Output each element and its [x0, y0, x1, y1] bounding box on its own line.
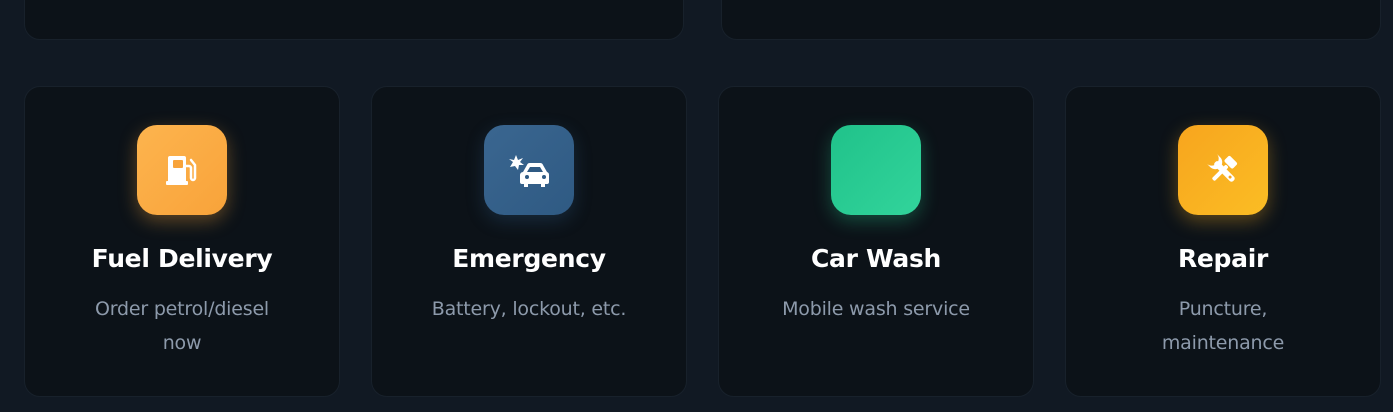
service-card-repair[interactable]: Repair Puncture, maintenance — [1065, 86, 1381, 397]
car-crash-icon — [509, 155, 550, 187]
service-title: Emergency — [452, 244, 606, 273]
service-card-fuel-delivery[interactable]: Fuel Delivery Order petrol/diesel now — [24, 86, 340, 397]
service-description: Puncture, maintenance — [1161, 298, 1285, 354]
service-card-car-wash[interactable]: Car Wash Mobile wash service — [718, 86, 1034, 397]
fuel-pump-icon — [166, 156, 197, 185]
service-description: Battery, lockout, etc. — [431, 298, 627, 320]
service-description: Mobile wash service — [782, 298, 970, 320]
service-title: Car Wash — [810, 244, 942, 273]
repair-icon-tile — [1178, 125, 1268, 215]
top-panel-right — [721, 0, 1381, 40]
service-description: Order petrol/diesel now — [94, 298, 270, 354]
service-card-emergency[interactable]: Emergency Battery, lockout, etc. — [371, 86, 687, 397]
service-title: Repair — [1177, 244, 1269, 273]
service-title: Fuel Delivery — [91, 244, 273, 273]
fuel-icon-tile — [137, 125, 227, 215]
emergency-icon-tile — [484, 125, 574, 215]
car-wash-icon-tile — [831, 125, 921, 215]
tools-icon — [1206, 153, 1238, 182]
top-panel-left — [24, 0, 684, 40]
